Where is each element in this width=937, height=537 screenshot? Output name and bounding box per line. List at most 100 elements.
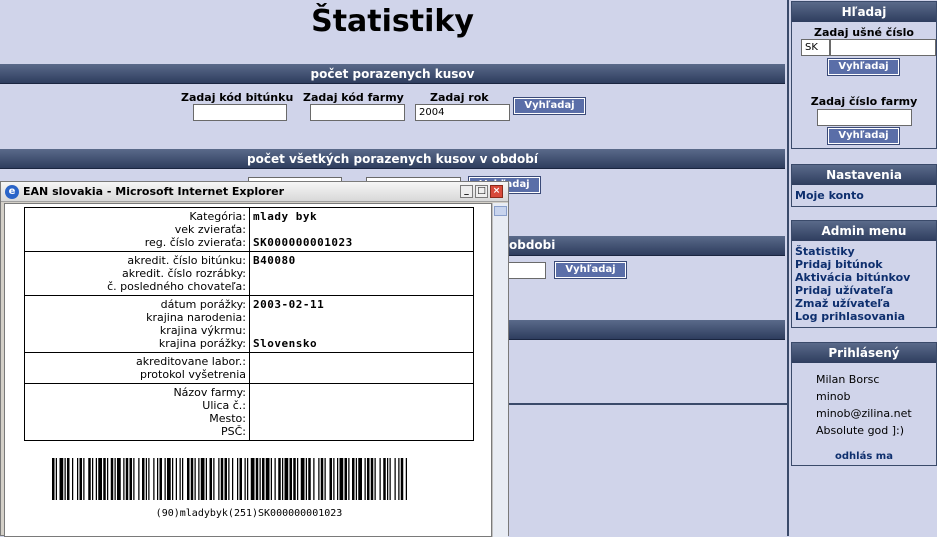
barcode-bar <box>159 458 162 500</box>
barcode-bar <box>129 458 132 500</box>
barcode-bar <box>194 458 196 500</box>
barcode-bar <box>333 458 335 500</box>
barcode-bar <box>52 458 55 500</box>
barcode-bar <box>250 458 255 500</box>
barcode-bar <box>182 458 184 500</box>
admin-link-login-log[interactable]: Log prihlasovania <box>792 310 936 323</box>
barcode-bar <box>220 458 224 500</box>
table-cell-values: 2003-02-11 Slovensko <box>249 295 474 353</box>
admin-link-delete-user[interactable]: Zmaž užívateľa <box>792 297 936 310</box>
barcode-bar <box>374 458 376 500</box>
barcode-bar <box>133 458 135 500</box>
barcode-bar <box>209 458 212 500</box>
barcode-bar <box>259 458 261 500</box>
barcode-bar <box>224 458 227 500</box>
popup-scrollbar-thumb[interactable] <box>494 206 507 216</box>
barcode-bar <box>167 458 171 500</box>
ear-prefix-input[interactable]: SK <box>801 39 830 56</box>
barcode-bar <box>313 458 315 500</box>
search-button-section1[interactable]: Vyhľadaj <box>513 97 586 115</box>
table-row: akredit. číslo bitúnku: akredit. číslo r… <box>24 251 474 296</box>
farm-number-label: Zadaj číslo farmy <box>810 95 918 108</box>
section-header-slaughtered: počet porazenych kusov <box>0 64 785 84</box>
barcode-bar <box>367 458 370 500</box>
search-button-section3[interactable]: Vyhľadaj <box>554 261 627 279</box>
barcode-bar <box>138 458 140 500</box>
barcode-bar <box>278 458 281 500</box>
barcode-bar <box>270 458 272 500</box>
barcode-bar <box>110 458 114 500</box>
barcode-bar <box>344 458 347 500</box>
barcode-bar <box>358 458 362 500</box>
barcode-bar <box>218 458 220 500</box>
barcode-bar <box>300 458 305 500</box>
user-email: minob@zilina.net <box>816 407 912 420</box>
table-row: Názov farmy: Ulica č.: Mesto: PSČ: <box>24 383 474 441</box>
barcode-bar <box>398 458 400 500</box>
minimize-icon[interactable]: _ <box>460 185 473 198</box>
barcode-image <box>52 458 407 500</box>
popup-scrollbar[interactable] <box>492 203 508 537</box>
barcode-bar <box>179 458 181 500</box>
barcode-caption: (90)mladybyk(251)SK000000001023 <box>155 508 343 519</box>
barcode-bar <box>198 458 200 500</box>
farm-search-button[interactable]: Vyhľadaj <box>827 127 900 145</box>
admin-link-statistics[interactable]: Štatistiky <box>792 245 936 258</box>
search-panel-header: Hľadaj <box>792 2 936 22</box>
barcode-bar <box>83 458 85 500</box>
barcode-bar <box>400 458 404 500</box>
table-cell-values: mlady byk SK000000001023 <box>249 207 474 252</box>
ear-search-button[interactable]: Vyhľadaj <box>827 58 900 76</box>
ear-number-input[interactable] <box>830 39 936 56</box>
user-login: minob <box>816 390 851 403</box>
main-frame-divider <box>787 0 789 536</box>
year-input[interactable]: 2004 <box>415 104 510 121</box>
barcode-bar <box>324 458 326 500</box>
table-cell-keys: Kategória: vek zvieraťa: reg. číslo zvie… <box>24 207 250 252</box>
logout-link[interactable]: odhlás ma <box>835 451 893 462</box>
barcode-bar <box>55 458 57 500</box>
popup-content: Kategória: vek zvieraťa: reg. číslo zvie… <box>4 203 492 537</box>
popup-titlebar[interactable]: e EAN slovakia - Microsoft Internet Expl… <box>1 182 508 202</box>
label-farm-code: Zadaj kód farmy <box>303 91 404 104</box>
barcode-bar <box>282 458 284 500</box>
barcode-bar <box>145 458 147 500</box>
admin-link-add-user[interactable]: Pridaj užívateľa <box>792 284 936 297</box>
barcode-bar <box>142 458 145 500</box>
barcode-bar <box>72 458 74 500</box>
barcode-bar <box>308 458 311 500</box>
my-account-link[interactable]: Moje konto <box>792 189 936 202</box>
barcode-bar <box>232 458 234 500</box>
barcode-bar <box>114 458 116 500</box>
barcode-bar <box>293 458 296 500</box>
admin-link-activate-slaughterhouses[interactable]: Aktivácia bitúnkov <box>792 271 936 284</box>
popup-title: EAN slovakia - Microsoft Internet Explor… <box>23 185 285 198</box>
barcode-bar <box>284 458 289 500</box>
barcode-bar <box>255 458 259 500</box>
user-panel-header: Prihlásený <box>792 343 936 363</box>
barcode-bar <box>244 458 246 500</box>
close-icon[interactable]: × <box>490 185 503 198</box>
slaughterhouse-code-input[interactable] <box>193 104 287 121</box>
barcode-bar <box>289 458 292 500</box>
barcode-bar <box>379 458 381 500</box>
farm-number-input[interactable] <box>817 109 912 126</box>
barcode-bar <box>320 458 324 500</box>
maximize-icon[interactable]: □ <box>475 185 488 198</box>
barcode-bar <box>107 458 109 500</box>
farm-code-input[interactable] <box>310 104 405 121</box>
table-cell-values <box>249 352 474 384</box>
admin-link-add-slaughterhouse[interactable]: Pridaj bitúnok <box>792 258 936 271</box>
barcode-bar <box>339 458 344 500</box>
barcode-bar <box>383 458 386 500</box>
user-panel: Prihlásený Milan Borsc minob minob@zilin… <box>791 342 937 466</box>
barcode-bar <box>213 458 215 500</box>
barcode-bar <box>265 458 270 500</box>
barcode-bar <box>318 458 320 500</box>
barcode-bar <box>200 458 205 500</box>
barcode-bar <box>164 458 166 500</box>
barcode-bar <box>305 458 307 500</box>
table-cell-keys: Názov farmy: Ulica č.: Mesto: PSČ: <box>24 383 250 441</box>
barcode-bar <box>95 458 97 500</box>
barcode-bar <box>59 458 64 500</box>
